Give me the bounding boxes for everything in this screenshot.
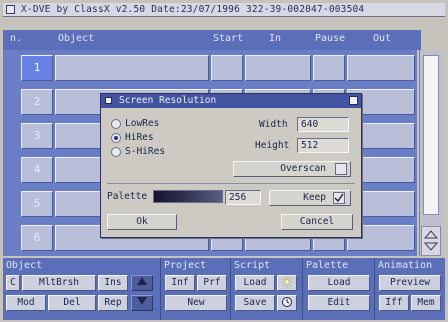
start-cell[interactable] xyxy=(211,55,243,81)
row-number[interactable]: 3 xyxy=(21,123,53,149)
preview-button[interactable]: Preview xyxy=(379,275,441,291)
prf-button[interactable]: Prf xyxy=(197,275,227,291)
height-field[interactable]: 512 xyxy=(297,138,349,153)
rep-button[interactable]: Rep xyxy=(98,295,128,311)
radio-dot[interactable] xyxy=(111,147,121,157)
close-icon[interactable] xyxy=(6,5,15,14)
dialog-title: Screen Resolution xyxy=(119,95,217,106)
column-header-bar: n. Object Start In Pause Out xyxy=(3,30,421,50)
script-save-button[interactable]: Save xyxy=(235,295,275,311)
radio-lowres[interactable]: LowRes xyxy=(111,118,231,130)
cancel-button[interactable]: Cancel xyxy=(281,214,353,230)
radio-shires[interactable]: S-HiRes xyxy=(111,146,231,158)
window-title-bar[interactable]: X-DVE by ClassX v2.50 Date:23/07/1996 32… xyxy=(3,3,445,17)
scrollbar-knob[interactable] xyxy=(423,55,439,215)
row-number[interactable]: 5 xyxy=(21,191,53,217)
height-label: Height xyxy=(255,140,290,151)
palette-panel: Palette Load Edit xyxy=(303,258,375,320)
palette-slider[interactable] xyxy=(153,190,223,203)
col-in: In xyxy=(269,33,282,44)
pause-cell[interactable] xyxy=(313,55,345,81)
radio-dot[interactable] xyxy=(111,133,121,143)
out-cell[interactable] xyxy=(347,55,415,81)
sun-icon xyxy=(281,276,293,288)
mltbrsh-button[interactable]: MltBrsh xyxy=(22,275,96,291)
ok-button[interactable]: Ok xyxy=(107,214,177,230)
animation-panel-title: Animation xyxy=(378,260,433,271)
mod-button[interactable]: Mod xyxy=(6,295,46,311)
palette-value-field[interactable]: 256 xyxy=(225,190,261,205)
clock-button[interactable] xyxy=(277,295,297,311)
scroll-up-down-icon[interactable] xyxy=(422,227,440,255)
project-panel: Project Inf Prf New xyxy=(161,258,231,320)
radio-label: HiRes xyxy=(125,132,154,143)
col-out: Out xyxy=(373,33,392,44)
table-row[interactable]: 1 xyxy=(3,53,417,83)
palette-label: Palette xyxy=(107,191,148,202)
move-up-button[interactable] xyxy=(131,275,153,291)
overscan-checkbox[interactable] xyxy=(335,163,347,175)
dialog-close-icon[interactable] xyxy=(105,97,112,104)
dialog-title-bar[interactable]: Screen Resolution xyxy=(101,94,361,108)
ins-button[interactable]: Ins xyxy=(98,275,128,291)
clock-icon xyxy=(282,297,292,307)
inf-button[interactable]: Inf xyxy=(165,275,195,291)
palette-panel-title: Palette xyxy=(306,260,349,271)
row-number[interactable]: 6 xyxy=(21,225,53,251)
mem-button[interactable]: Mem xyxy=(411,295,441,311)
col-n: n. xyxy=(10,33,23,44)
c-button[interactable]: C xyxy=(6,275,20,291)
radio-hires[interactable]: HiRes xyxy=(111,132,231,144)
iff-button[interactable]: Iff xyxy=(379,295,409,311)
sun-button[interactable] xyxy=(277,275,297,291)
keep-label: Keep xyxy=(303,192,326,203)
del-button[interactable]: Del xyxy=(48,295,96,311)
radio-dot[interactable] xyxy=(111,119,121,129)
object-panel: Object C MltBrsh Ins Mod Del Rep xyxy=(3,258,161,320)
width-label: Width xyxy=(259,119,288,130)
col-pause: Pause xyxy=(315,33,346,44)
width-field[interactable]: 640 xyxy=(297,117,349,132)
radio-label: S-HiRes xyxy=(125,146,166,157)
col-start: Start xyxy=(213,33,244,44)
divider xyxy=(107,183,355,184)
script-panel: Script Load Save xyxy=(231,258,303,320)
arrow-down-icon xyxy=(137,297,147,305)
animation-panel: Animation Preview Iff Mem xyxy=(375,258,445,320)
scroll-arrows[interactable] xyxy=(421,226,441,256)
col-object: Object xyxy=(58,33,95,44)
keep-checkbox[interactable] xyxy=(333,192,345,204)
arrow-up-icon xyxy=(137,277,147,285)
row-number[interactable]: 2 xyxy=(21,89,53,115)
overscan-label: Overscan xyxy=(280,163,326,174)
project-panel-title: Project xyxy=(164,260,207,271)
row-number[interactable]: 4 xyxy=(21,157,53,183)
window-title: X-DVE by ClassX v2.50 Date:23/07/1996 32… xyxy=(21,4,365,15)
radio-label: LowRes xyxy=(125,118,160,129)
palette-load-button[interactable]: Load xyxy=(308,275,370,291)
move-down-button[interactable] xyxy=(131,295,153,311)
script-load-button[interactable]: Load xyxy=(235,275,275,291)
bottom-panel-bar: Object C MltBrsh Ins Mod Del Rep Project… xyxy=(3,258,445,320)
in-cell[interactable] xyxy=(245,55,311,81)
checkmark-icon xyxy=(334,193,344,203)
screen-resolution-dialog: Screen Resolution LowRes HiRes S-HiRes W… xyxy=(100,93,362,238)
object-cell[interactable] xyxy=(55,55,209,81)
palette-edit-button[interactable]: Edit xyxy=(308,295,370,311)
overscan-toggle[interactable]: Overscan xyxy=(233,161,351,177)
object-panel-title: Object xyxy=(6,260,43,271)
xdve-screen: X-DVE by ClassX v2.50 Date:23/07/1996 32… xyxy=(0,0,448,322)
script-panel-title: Script xyxy=(234,260,271,271)
new-button[interactable]: New xyxy=(165,295,227,311)
row-number[interactable]: 1 xyxy=(21,55,53,81)
depth-gadget-icon[interactable] xyxy=(349,96,358,105)
